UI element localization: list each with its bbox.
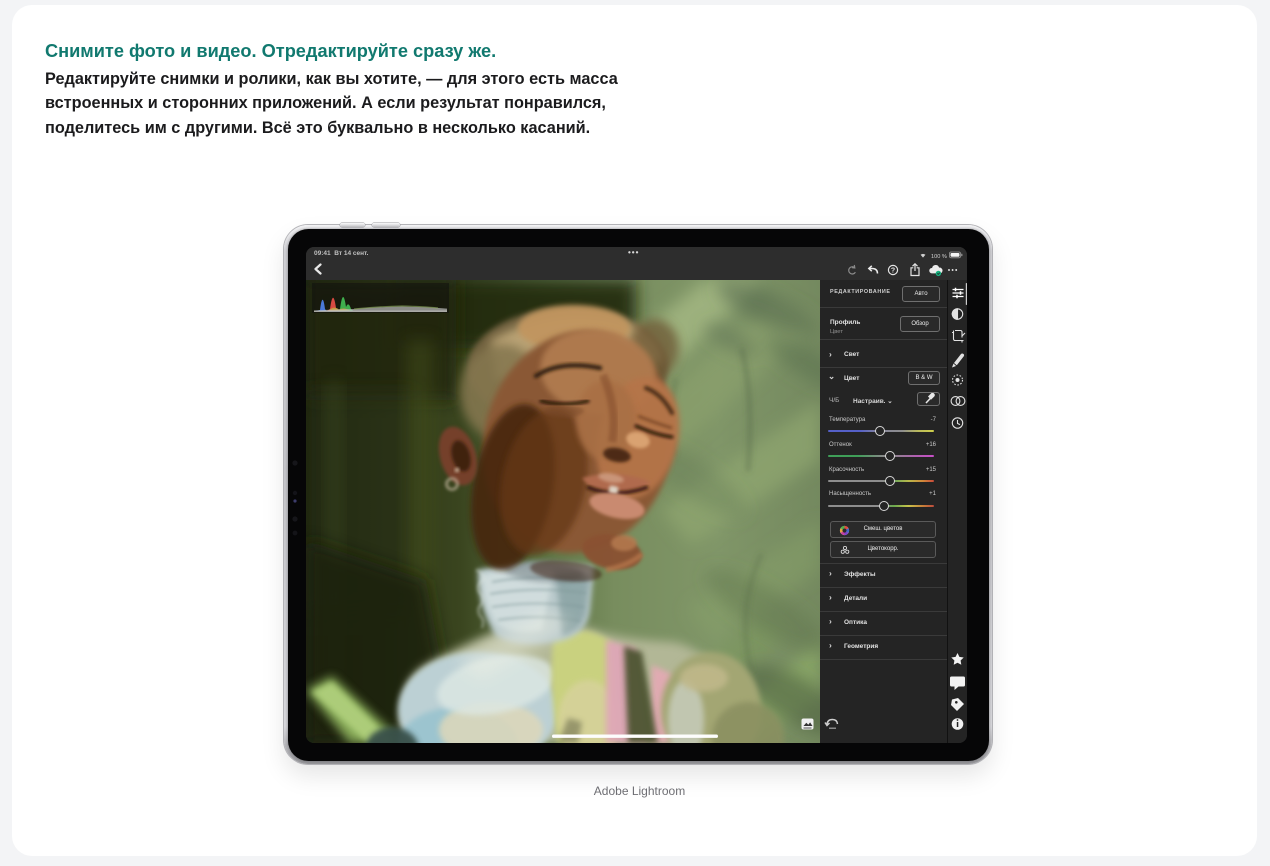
svg-text:?: ?: [891, 267, 895, 274]
svg-text:100 %: 100 %: [931, 254, 947, 260]
